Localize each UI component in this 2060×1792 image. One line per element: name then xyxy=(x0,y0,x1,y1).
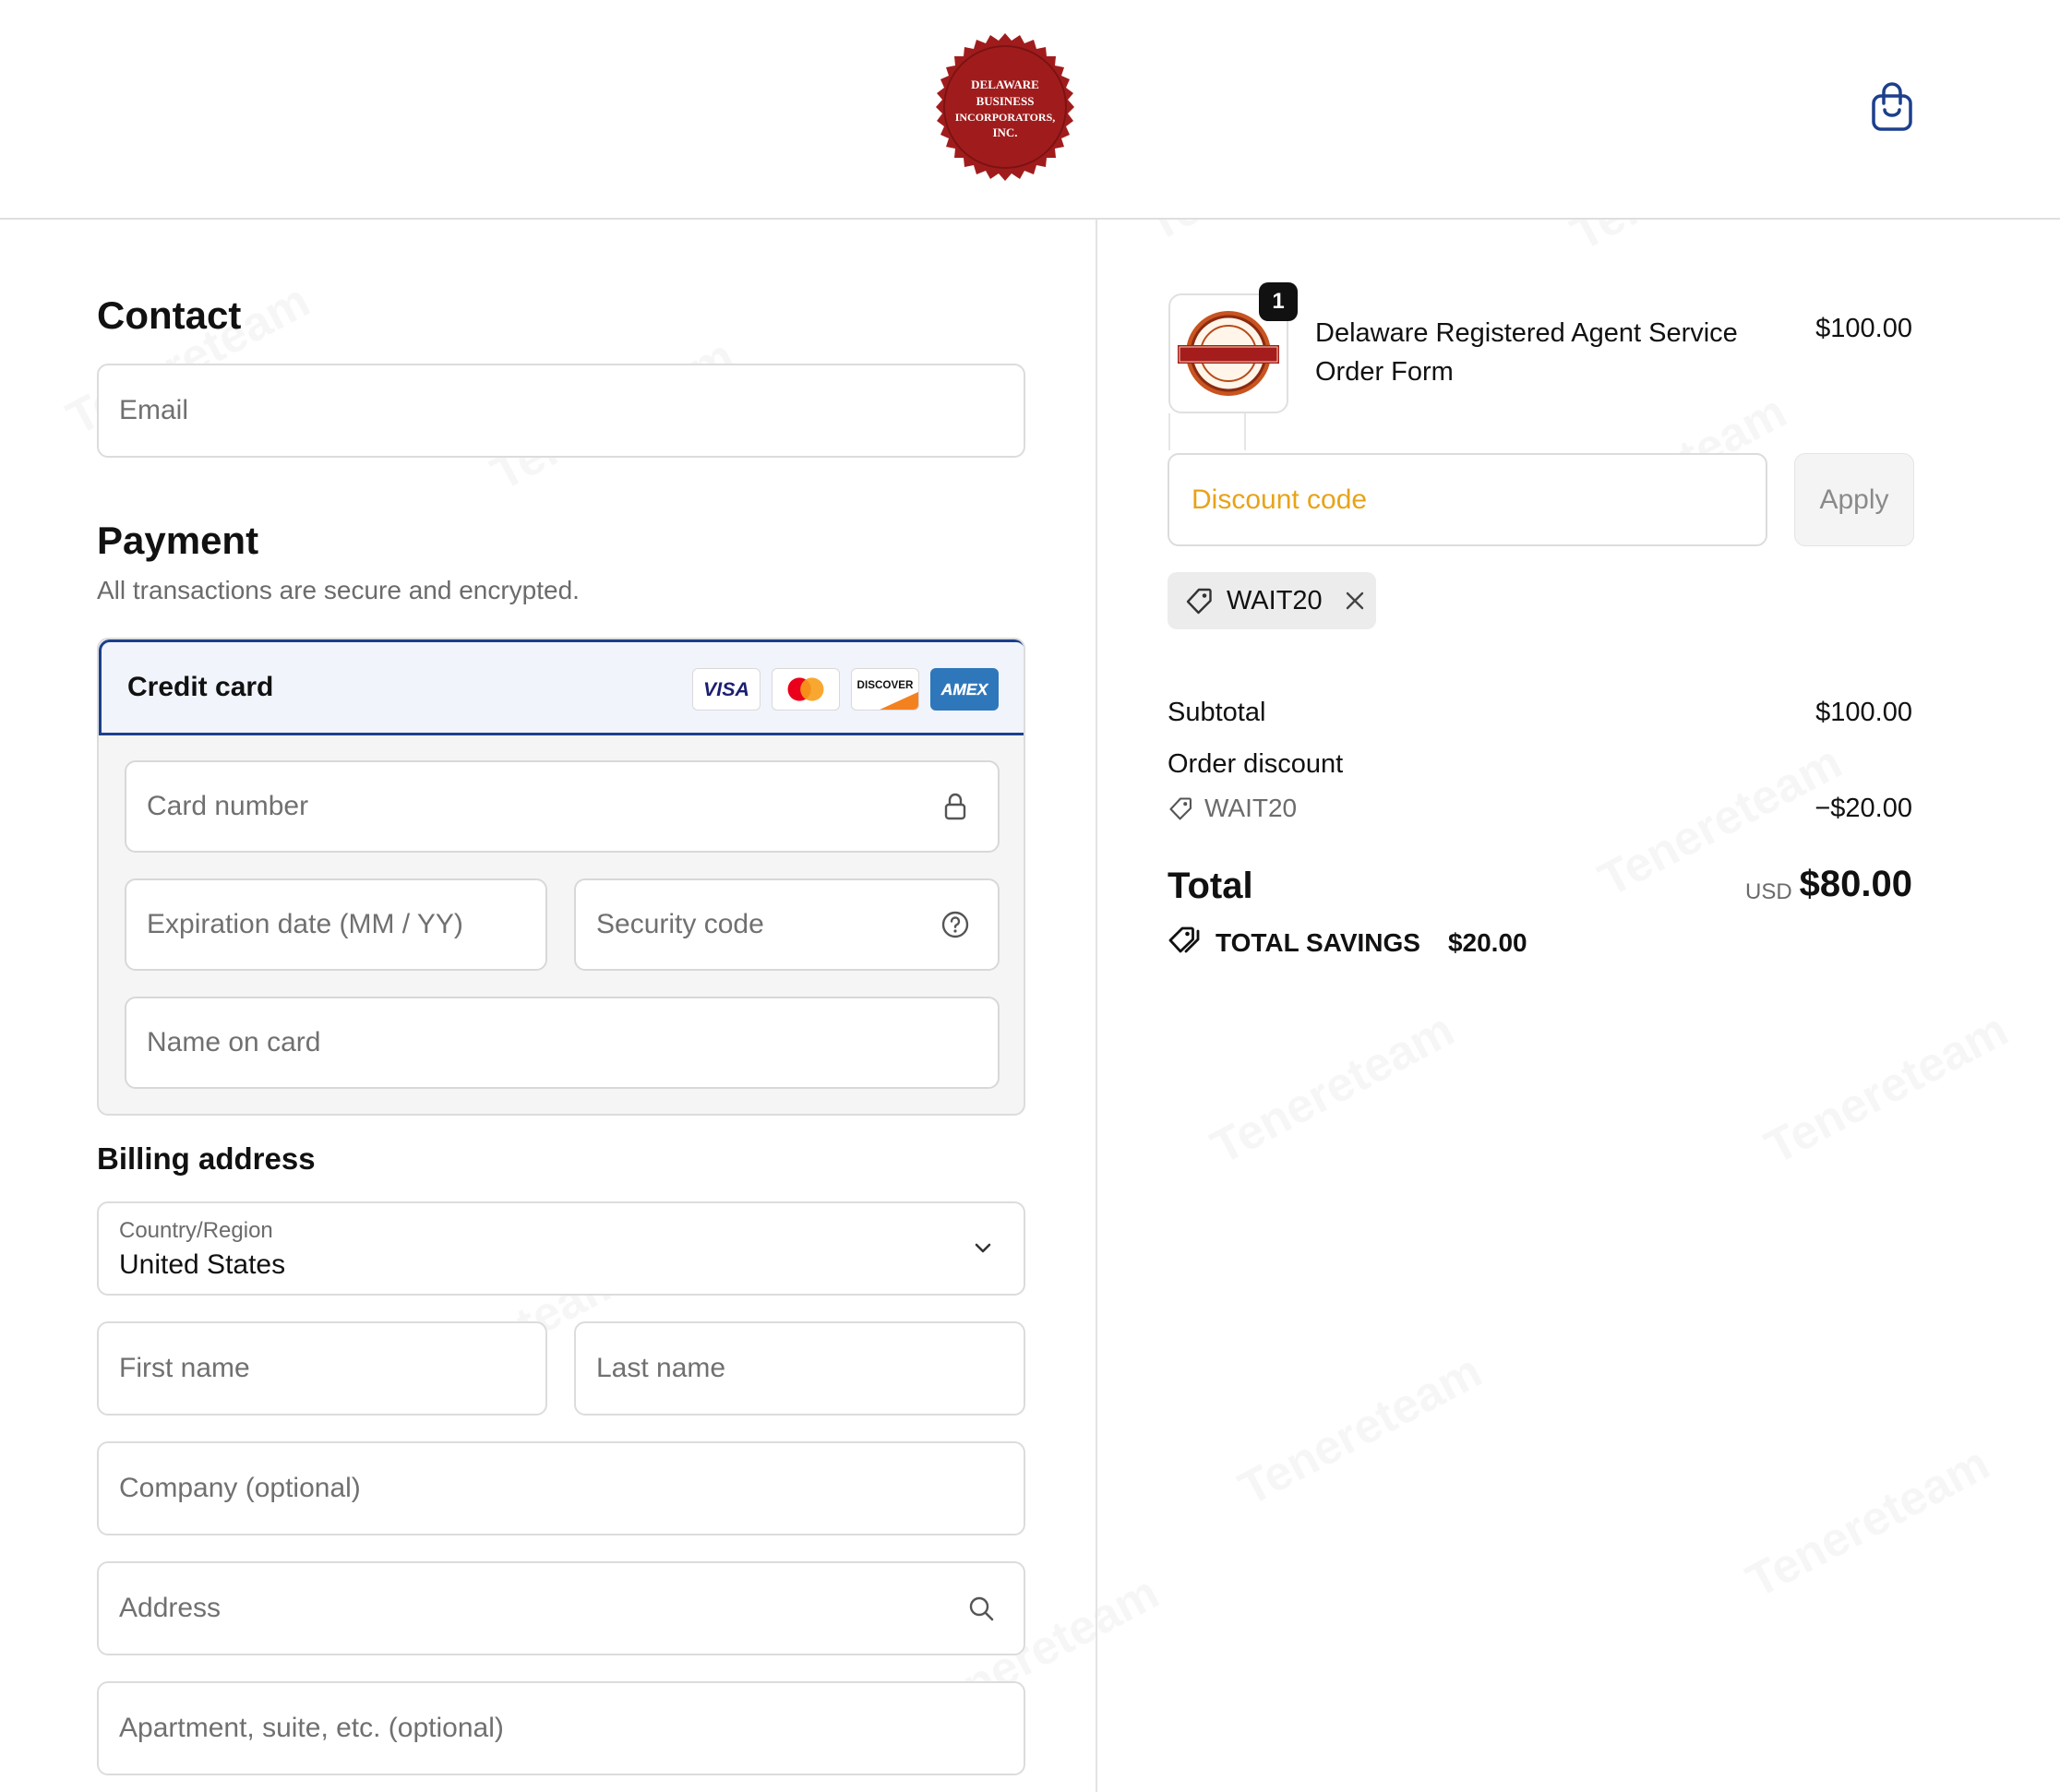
total-savings-label: TOTAL SAVINGS xyxy=(1216,927,1420,957)
help-icon[interactable] xyxy=(940,910,970,939)
security-code-placeholder: Security code xyxy=(596,909,764,939)
card-brands: VISA DISCOVER AMEX xyxy=(692,668,999,711)
svg-text:VISA: VISA xyxy=(703,678,749,700)
apartment-placeholder: Apartment, suite, etc. (optional) xyxy=(119,1713,504,1743)
site-header: DELAWARE BUSINESS INCORPORATORS, INC. xyxy=(0,0,2060,220)
order-discount-code: WAIT20 xyxy=(1204,794,1298,822)
company-logo[interactable]: DELAWARE BUSINESS INCORPORATORS, INC. xyxy=(928,31,1082,185)
expiration-date-field[interactable]: Expiration date (MM / YY) xyxy=(125,878,547,971)
email-field[interactable]: Email xyxy=(97,364,1025,458)
shopping-bag-icon xyxy=(1872,82,1912,131)
payment-heading: Payment xyxy=(97,519,259,562)
first-name-field[interactable]: First name xyxy=(97,1321,547,1416)
svg-text:DISCOVER: DISCOVER xyxy=(857,679,914,691)
total-savings-value: $20.00 xyxy=(1447,927,1527,957)
total-currency: USD xyxy=(1745,879,1792,904)
tag-icon xyxy=(1184,586,1214,615)
thumbnail-stack xyxy=(1168,413,1246,450)
product-name: Delaware Registered Agent Service Order … xyxy=(1315,318,1738,387)
svg-text:INC.: INC. xyxy=(992,125,1017,139)
product-price: $100.00 xyxy=(1815,314,1912,343)
company-field[interactable]: Company (optional) xyxy=(97,1441,1025,1535)
applied-discount-chip: WAIT20 xyxy=(1168,572,1376,629)
column-divider xyxy=(1096,220,1097,1792)
tags-icon xyxy=(1168,924,1201,962)
order-discount-label: Order discount xyxy=(1168,749,1344,779)
payment-security-note: All transactions are secure and encrypte… xyxy=(97,576,580,604)
apartment-field[interactable]: Apartment, suite, etc. (optional) xyxy=(97,1681,1025,1775)
company-placeholder: Company (optional) xyxy=(119,1473,361,1503)
amex-icon: AMEX xyxy=(930,668,999,711)
card-number-placeholder: Card number xyxy=(147,791,309,821)
total-value: $80.00 xyxy=(1799,864,1912,904)
applied-discount-code: WAIT20 xyxy=(1227,585,1323,615)
svg-text:INCORPORATORS,: INCORPORATORS, xyxy=(955,111,1056,124)
credit-card-panel: Credit card VISA DISCOVER AMEX Card numb… xyxy=(97,638,1025,1116)
lock-icon xyxy=(940,792,970,821)
name-on-card-placeholder: Name on card xyxy=(147,1027,321,1057)
address-field[interactable]: Address xyxy=(97,1561,1025,1655)
expiration-placeholder: Expiration date (MM / YY) xyxy=(147,909,463,939)
credit-card-option[interactable]: Credit card VISA DISCOVER AMEX xyxy=(99,639,1024,735)
apply-discount-button[interactable]: Apply xyxy=(1794,453,1914,546)
visa-icon: VISA xyxy=(692,668,761,711)
mastercard-icon xyxy=(772,668,840,711)
total-label: Total xyxy=(1168,866,1253,906)
name-on-card-field[interactable]: Name on card xyxy=(125,997,1000,1089)
country-region-select[interactable]: Country/Region United States xyxy=(97,1201,1025,1296)
last-name-placeholder: Last name xyxy=(596,1353,726,1383)
card-number-field[interactable]: Card number xyxy=(125,760,1000,853)
country-region-value: United States xyxy=(119,1249,286,1280)
remove-discount-close-icon[interactable] xyxy=(1343,589,1367,613)
total-savings-row: TOTAL SAVINGS $20.00 xyxy=(1168,924,1527,962)
order-discount-code-row: WAIT20 xyxy=(1168,794,1297,823)
discount-code-placeholder: Discount code xyxy=(1192,484,1368,515)
first-name-placeholder: First name xyxy=(119,1353,250,1383)
seal-logo-icon: DELAWARE BUSINESS INCORPORATORS, INC. xyxy=(936,33,1074,181)
tag-icon xyxy=(1168,795,1193,821)
credit-card-label: Credit card xyxy=(127,672,274,702)
address-placeholder: Address xyxy=(119,1593,222,1623)
search-icon xyxy=(966,1594,996,1623)
billing-address-heading: Billing address xyxy=(97,1141,316,1176)
subtotal-value: $100.00 xyxy=(1815,698,1912,727)
last-name-field[interactable]: Last name xyxy=(574,1321,1025,1416)
checkout-page: Tenereteam Tenereteam Tenereteam Teneret… xyxy=(0,0,2060,1792)
email-placeholder: Email xyxy=(119,395,189,425)
security-code-field[interactable]: Security code xyxy=(574,878,1000,971)
subtotal-label: Subtotal xyxy=(1168,698,1266,727)
svg-text:BUSINESS: BUSINESS xyxy=(976,94,1035,108)
svg-text:AMEX: AMEX xyxy=(940,680,989,699)
quantity-badge: 1 xyxy=(1259,282,1298,321)
country-region-label: Country/Region xyxy=(119,1218,273,1243)
discover-icon: DISCOVER xyxy=(851,668,919,711)
contact-heading: Contact xyxy=(97,293,242,337)
svg-text:DELAWARE: DELAWARE xyxy=(971,78,1039,91)
discount-code-input[interactable]: Discount code xyxy=(1168,453,1767,546)
order-discount-value: −$20.00 xyxy=(1814,794,1912,823)
chevron-down-icon xyxy=(968,1234,998,1263)
cart-button[interactable] xyxy=(1868,81,1916,133)
